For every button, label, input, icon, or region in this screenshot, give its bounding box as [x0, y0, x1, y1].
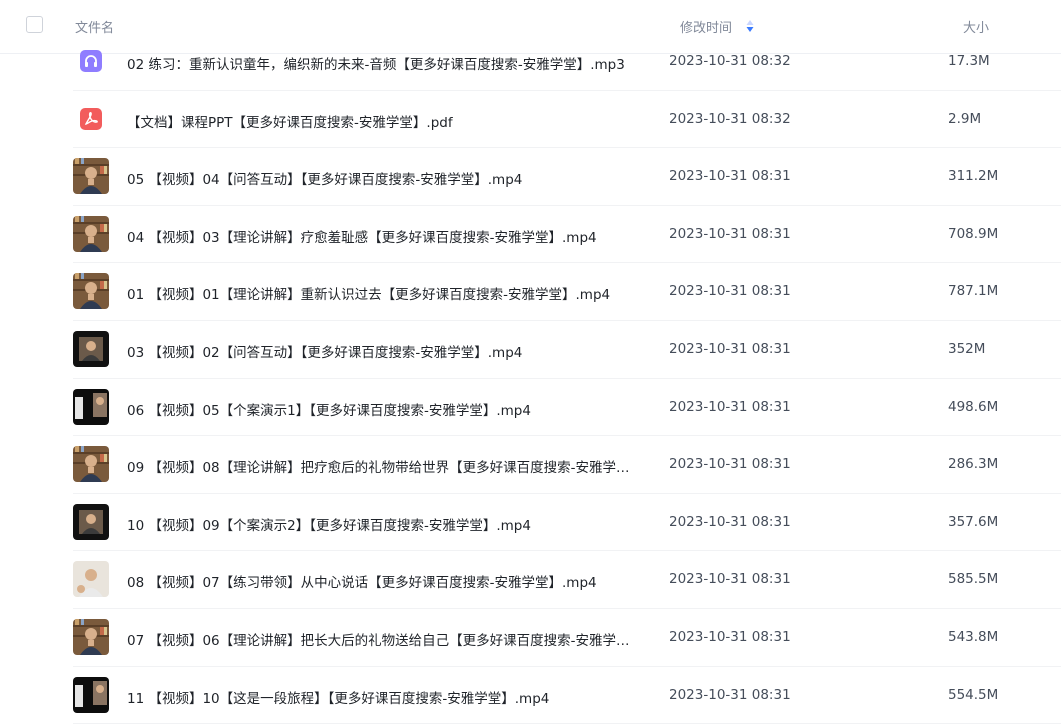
file-name[interactable]: 07 【视频】06【理论讲解】把长大后的礼物送给自己【更多好课百度搜索-安雅学堂…	[127, 629, 632, 649]
video-thumbnail	[73, 330, 109, 367]
video-thumbnail	[73, 503, 109, 540]
file-row[interactable]: 03 【视频】02【问答互动】【更多好课百度搜索-安雅学堂】.mp4 2023-1…	[0, 321, 1061, 379]
file-row[interactable]: 11 【视频】10【这是一段旅程】【更多好课百度搜索-安雅学堂】.mp4 2023…	[0, 667, 1061, 724]
file-row[interactable]: 02 练习：重新认识童年，编织新的未来-音频【更多好课百度搜索-安雅学堂】.mp…	[0, 33, 1061, 91]
file-row[interactable]: 06 【视频】05【个案演示1】【更多好课百度搜索-安雅学堂】.mp4 2023-…	[0, 379, 1061, 437]
file-size: 554.5M	[948, 686, 999, 703]
file-modified-time: 2023-10-31 08:31	[669, 283, 791, 300]
file-modified-time: 2023-10-31 08:32	[669, 53, 791, 69]
pdf-icon	[80, 107, 102, 130]
file-modified-time: 2023-10-31 08:31	[669, 340, 791, 357]
file-size: 17.3M	[948, 53, 990, 69]
select-all-checkbox[interactable]	[26, 16, 43, 33]
video-thumbnail	[73, 618, 109, 655]
file-size: 311.2M	[948, 168, 999, 185]
file-row[interactable]: 09 【视频】08【理论讲解】把疗愈后的礼物带给世界【更多好课百度搜索-安雅学堂…	[0, 436, 1061, 494]
file-modified-time: 2023-10-31 08:31	[669, 168, 791, 185]
file-size: 543.8M	[948, 628, 999, 645]
file-row[interactable]: 04 【视频】03【理论讲解】疗愈羞耻感【更多好课百度搜索-安雅学堂】.mp4 2…	[0, 206, 1061, 264]
file-row[interactable]: 10 【视频】09【个案演示2】【更多好课百度搜索-安雅学堂】.mp4 2023-…	[0, 494, 1061, 552]
file-modified-time: 2023-10-31 08:32	[669, 110, 791, 127]
video-thumbnail	[73, 446, 109, 483]
file-size: 708.9M	[948, 225, 999, 242]
file-name[interactable]: 11 【视频】10【这是一段旅程】【更多好课百度搜索-安雅学堂】.mp4	[127, 687, 549, 707]
file-row[interactable]: 01 【视频】01【理论讲解】重新认识过去【更多好课百度搜索-安雅学堂】.mp4…	[0, 263, 1061, 321]
video-thumbnail	[73, 273, 109, 310]
video-thumbnail	[73, 676, 109, 713]
file-name[interactable]: 04 【视频】03【理论讲解】疗愈羞耻感【更多好课百度搜索-安雅学堂】.mp4	[127, 226, 597, 246]
file-name[interactable]: 10 【视频】09【个案演示2】【更多好课百度搜索-安雅学堂】.mp4	[127, 514, 531, 534]
file-size: 498.6M	[948, 398, 999, 415]
video-thumbnail	[73, 158, 109, 195]
file-modified-time: 2023-10-31 08:31	[669, 456, 791, 473]
file-modified-time: 2023-10-31 08:31	[669, 628, 791, 645]
file-modified-time: 2023-10-31 08:31	[669, 571, 791, 588]
file-size: 787.1M	[948, 283, 999, 300]
file-name[interactable]: 05 【视频】04【问答互动】【更多好课百度搜索-安雅学堂】.mp4	[127, 168, 522, 188]
file-name[interactable]: 02 练习：重新认识童年，编织新的未来-音频【更多好课百度搜索-安雅学堂】.mp…	[127, 53, 625, 73]
file-row[interactable]: 05 【视频】04【问答互动】【更多好课百度搜索-安雅学堂】.mp4 2023-1…	[0, 148, 1061, 206]
file-name[interactable]: 09 【视频】08【理论讲解】把疗愈后的礼物带给世界【更多好课百度搜索-安雅学堂…	[127, 456, 632, 476]
file-modified-time: 2023-10-31 08:31	[669, 398, 791, 415]
file-name[interactable]: 【文档】课程PPT【更多好课百度搜索-安雅学堂】.pdf	[127, 111, 453, 131]
file-name[interactable]: 08 【视频】07【练习带领】从中心说话【更多好课百度搜索-安雅学堂】.mp4	[127, 571, 597, 591]
file-size: 352M	[948, 340, 986, 357]
file-modified-time: 2023-10-31 08:31	[669, 513, 791, 530]
file-size: 585.5M	[948, 571, 999, 588]
video-thumbnail	[73, 215, 109, 252]
sort-icon[interactable]	[746, 19, 754, 33]
video-thumbnail	[73, 388, 109, 425]
video-thumbnail	[73, 561, 109, 598]
file-size: 2.9M	[948, 110, 982, 127]
headphones-icon	[80, 50, 102, 72]
file-modified-time: 2023-10-31 08:31	[669, 225, 791, 242]
file-name[interactable]: 03 【视频】02【问答互动】【更多好课百度搜索-安雅学堂】.mp4	[127, 341, 522, 361]
file-list: 02 练习：重新认识童年，编织新的未来-音频【更多好课百度搜索-安雅学堂】.mp…	[0, 33, 1061, 724]
file-modified-time: 2023-10-31 08:31	[669, 686, 791, 703]
file-name[interactable]: 06 【视频】05【个案演示1】【更多好课百度搜索-安雅学堂】.mp4	[127, 399, 531, 419]
file-row[interactable]: 08 【视频】07【练习带领】从中心说话【更多好课百度搜索-安雅学堂】.mp4 2…	[0, 551, 1061, 609]
file-row[interactable]: 07 【视频】06【理论讲解】把长大后的礼物送给自己【更多好课百度搜索-安雅学堂…	[0, 609, 1061, 667]
file-name[interactable]: 01 【视频】01【理论讲解】重新认识过去【更多好课百度搜索-安雅学堂】.mp4	[127, 283, 610, 303]
file-row[interactable]: 【文档】课程PPT【更多好课百度搜索-安雅学堂】.pdf 2023-10-31 0…	[0, 91, 1061, 149]
file-size: 357.6M	[948, 513, 999, 530]
file-size: 286.3M	[948, 456, 999, 473]
